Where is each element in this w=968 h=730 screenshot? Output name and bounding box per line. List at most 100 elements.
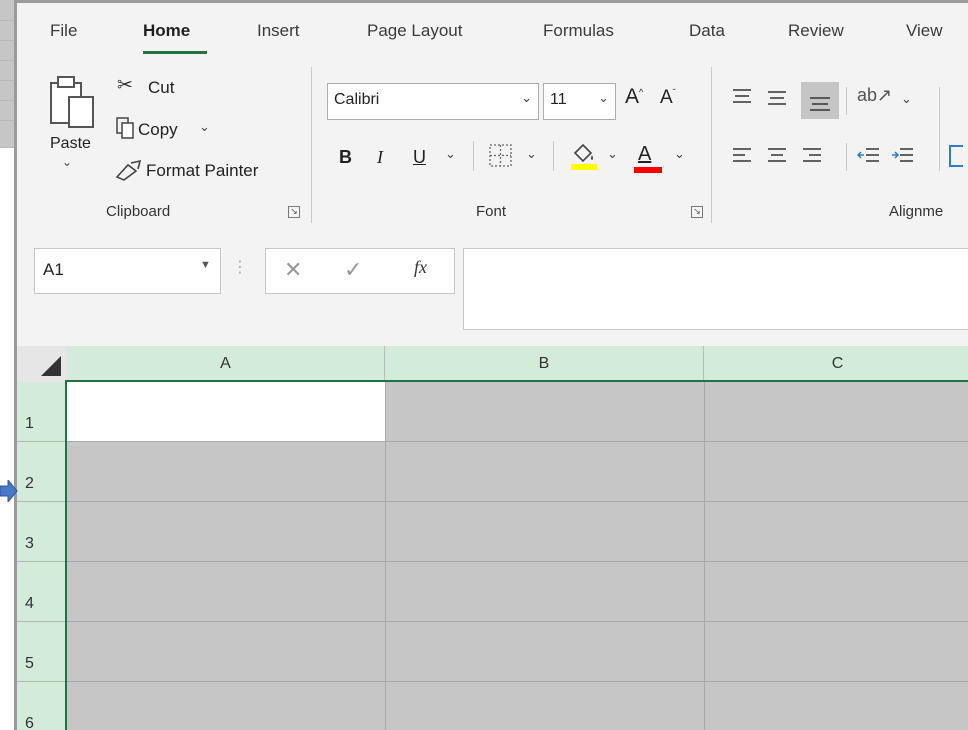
row-header-3[interactable]: 3 bbox=[17, 502, 67, 562]
fill-color-icon[interactable] bbox=[569, 139, 599, 171]
bottom-align-button[interactable] bbox=[801, 82, 839, 119]
underline-button[interactable]: U bbox=[413, 147, 426, 168]
enter-icon[interactable]: ✓ bbox=[344, 257, 362, 283]
row-header-4[interactable]: 4 bbox=[17, 562, 67, 622]
formula-bar-resize-handle[interactable]: ⋮ bbox=[232, 257, 248, 277]
orientation-dropdown-icon[interactable]: ⌄ bbox=[901, 91, 912, 107]
orientation-icon[interactable]: ab↗ bbox=[857, 85, 892, 106]
ribbon-divider bbox=[939, 87, 940, 171]
underline-dropdown-icon[interactable]: ⌄ bbox=[445, 146, 456, 162]
tab-data[interactable]: Data bbox=[689, 21, 725, 41]
excel-window: File Home Insert Page Layout Formulas Da… bbox=[14, 0, 968, 730]
select-all-button[interactable] bbox=[17, 346, 67, 382]
tab-page-layout[interactable]: Page Layout bbox=[367, 21, 462, 41]
format-painter-button[interactable]: Format Painter bbox=[146, 161, 258, 181]
format-painter-icon bbox=[115, 159, 142, 181]
chevron-down-icon: ⌄ bbox=[521, 90, 532, 105]
copy-dropdown-icon[interactable]: ⌄ bbox=[199, 119, 210, 135]
borders-dropdown-icon[interactable]: ⌄ bbox=[526, 146, 537, 162]
ribbon-divider bbox=[846, 87, 847, 115]
gridline bbox=[385, 382, 386, 730]
row-number: 2 bbox=[25, 475, 34, 492]
ribbon-divider bbox=[473, 141, 474, 171]
tab-insert[interactable]: Insert bbox=[257, 21, 300, 41]
active-tab-indicator bbox=[143, 51, 207, 54]
font-color-button[interactable]: A bbox=[638, 143, 651, 166]
font-name-value: Calibri bbox=[334, 91, 380, 108]
ribbon-divider bbox=[553, 141, 554, 171]
cut-button[interactable]: Cut bbox=[148, 78, 174, 98]
decrease-indent-icon[interactable] bbox=[857, 146, 881, 166]
font-name-dropdown[interactable]: Calibri ⌄ bbox=[327, 83, 539, 120]
clipboard-group-label: Clipboard bbox=[106, 203, 171, 220]
middle-align-icon[interactable] bbox=[766, 87, 788, 107]
gridline bbox=[704, 382, 705, 730]
ribbon-divider bbox=[311, 67, 312, 223]
row-header-5[interactable]: 5 bbox=[17, 622, 67, 682]
paste-icon bbox=[50, 76, 94, 128]
paste-label: Paste bbox=[50, 135, 91, 152]
tab-home[interactable]: Home bbox=[143, 21, 190, 41]
wrap-text-icon[interactable] bbox=[949, 145, 963, 167]
row-number: 3 bbox=[25, 535, 34, 552]
row-number: 4 bbox=[25, 595, 34, 612]
select-all-triangle-icon bbox=[41, 356, 61, 376]
cut-icon: ✂ bbox=[117, 75, 133, 96]
clipboard-dialog-launcher-icon[interactable]: ↘ bbox=[288, 206, 300, 218]
tab-file[interactable]: File bbox=[50, 21, 77, 41]
font-color-swatch bbox=[634, 167, 662, 173]
row-header-6[interactable]: 6 bbox=[17, 682, 67, 730]
cell-grid[interactable] bbox=[67, 382, 968, 730]
copy-button[interactable]: Copy bbox=[138, 120, 178, 140]
align-right-icon[interactable] bbox=[801, 146, 823, 166]
ribbon-divider bbox=[846, 143, 847, 171]
fill-color-dropdown-icon[interactable]: ⌄ bbox=[607, 146, 618, 162]
column-header-c[interactable]: C bbox=[704, 346, 968, 382]
row-number: 1 bbox=[25, 415, 34, 432]
tab-review[interactable]: Review bbox=[788, 21, 844, 41]
italic-button[interactable]: I bbox=[377, 147, 383, 168]
font-color-dropdown-icon[interactable]: ⌄ bbox=[674, 146, 685, 162]
decrease-font-size-icon[interactable]: Aˇ bbox=[660, 87, 676, 109]
row-number: 6 bbox=[25, 715, 34, 730]
gridline bbox=[67, 621, 968, 622]
insert-function-button[interactable]: fx bbox=[414, 257, 427, 278]
copy-icon bbox=[116, 117, 134, 139]
font-dialog-launcher-icon[interactable]: ↘ bbox=[691, 206, 703, 218]
top-align-icon[interactable] bbox=[731, 87, 753, 107]
tab-formulas[interactable]: Formulas bbox=[543, 21, 614, 41]
align-left-icon[interactable] bbox=[731, 146, 753, 166]
chevron-down-icon[interactable]: ▼ bbox=[200, 259, 211, 271]
column-header-row: A B C bbox=[17, 346, 968, 383]
name-box[interactable]: A1 ▼ bbox=[34, 248, 221, 294]
font-group-label: Font bbox=[476, 203, 507, 220]
column-header-a[interactable]: A bbox=[67, 346, 385, 382]
increase-font-size-icon[interactable]: A^ bbox=[625, 85, 643, 109]
bold-button[interactable]: B bbox=[339, 147, 352, 168]
row-number: 5 bbox=[25, 655, 34, 672]
paste-dropdown-icon[interactable]: ⌄ bbox=[62, 155, 72, 169]
formula-bar-buttons: ✕ ✓ fx bbox=[265, 248, 455, 294]
gridline bbox=[67, 681, 968, 682]
gridline bbox=[67, 501, 968, 502]
bottom-align-icon bbox=[810, 97, 830, 111]
active-cell-a1[interactable] bbox=[67, 382, 385, 441]
gridline bbox=[67, 561, 968, 562]
font-size-value: 11 bbox=[550, 91, 567, 108]
paste-button[interactable]: Paste ⌄ bbox=[47, 71, 103, 183]
row-header-1[interactable]: 1 bbox=[17, 382, 67, 442]
pointer-arrow-icon bbox=[0, 480, 18, 502]
tab-view[interactable]: View bbox=[906, 21, 943, 41]
borders-icon[interactable] bbox=[488, 143, 514, 169]
align-center-icon[interactable] bbox=[766, 146, 788, 166]
chevron-down-icon: ⌄ bbox=[598, 90, 609, 105]
alignment-group-label: Alignme bbox=[889, 203, 944, 220]
name-box-value: A1 bbox=[43, 260, 64, 279]
increase-indent-icon[interactable] bbox=[891, 146, 915, 166]
ribbon-divider bbox=[711, 67, 712, 223]
font-size-dropdown[interactable]: 11 ⌄ bbox=[543, 83, 616, 120]
formula-input[interactable] bbox=[463, 248, 968, 330]
cancel-icon[interactable]: ✕ bbox=[284, 257, 302, 283]
column-header-b[interactable]: B bbox=[385, 346, 704, 382]
row-header-2[interactable]: 2 bbox=[17, 442, 67, 502]
